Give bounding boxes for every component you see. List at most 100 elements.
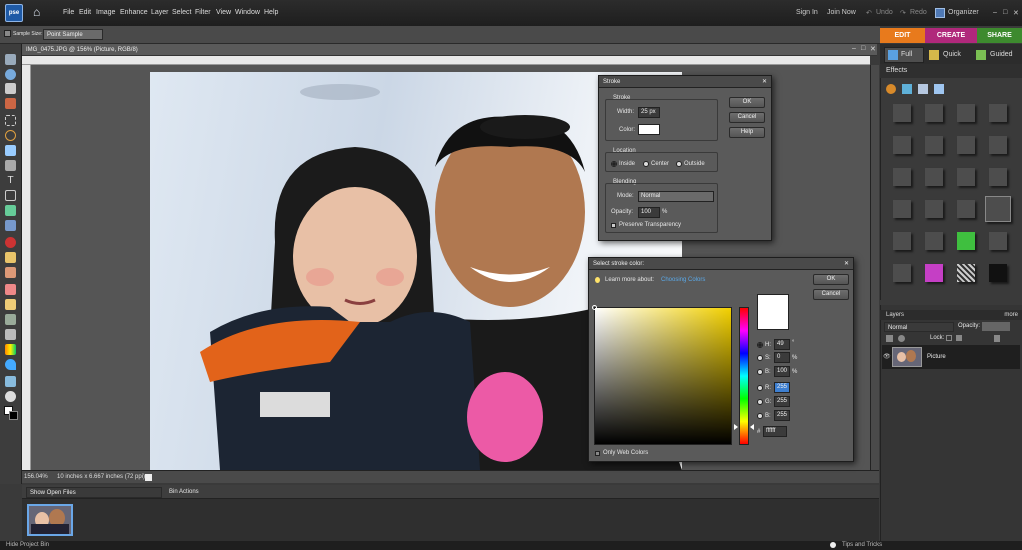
effects-styles-icon[interactable] — [902, 84, 912, 94]
subtab-full[interactable]: Full — [901, 46, 912, 64]
paint-bucket-tool-icon[interactable] — [5, 329, 16, 340]
layer-name[interactable]: Picture — [927, 354, 946, 360]
zoom-tool-icon[interactable] — [5, 69, 16, 80]
saturation-brightness-field[interactable] — [594, 307, 732, 445]
center-radio[interactable] — [643, 161, 649, 167]
effect-thumbnail[interactable] — [989, 136, 1007, 154]
zoom-level[interactable]: 156.04% — [24, 471, 48, 483]
effect-thumbnail[interactable] — [925, 104, 943, 122]
effect-thumbnail[interactable] — [893, 104, 911, 122]
tips-and-tricks-link[interactable]: Tips and Tricks — [842, 541, 882, 550]
menu-enhance[interactable]: Enhance — [120, 9, 148, 16]
inside-radio[interactable] — [611, 161, 617, 167]
redo-button[interactable]: Redo — [910, 9, 927, 16]
organizer-icon[interactable] — [935, 8, 945, 18]
menu-help[interactable]: Help — [264, 9, 278, 16]
bin-actions-button[interactable]: Bin Actions — [169, 489, 199, 495]
effect-thumbnail-magenta[interactable] — [925, 264, 943, 282]
menu-filter[interactable]: Filter — [195, 9, 211, 16]
menu-edit[interactable]: Edit — [79, 9, 91, 16]
h-radio[interactable] — [757, 342, 763, 348]
layers-more-button[interactable]: more — [1004, 310, 1018, 320]
clone-stamp-tool-icon[interactable] — [5, 267, 16, 278]
smart-brush-tool-icon[interactable] — [5, 314, 16, 325]
effect-thumbnail[interactable] — [989, 104, 1007, 122]
effects-photo-effects-icon[interactable] — [918, 84, 928, 94]
join-now-link[interactable]: Join Now — [827, 9, 856, 16]
r-field[interactable]: 255 — [774, 382, 790, 393]
effect-thumbnail[interactable] — [989, 232, 1007, 250]
opacity-field[interactable]: 100 — [638, 207, 660, 218]
sign-in-link[interactable]: Sign In — [796, 9, 818, 16]
undo-icon[interactable]: ↶ — [866, 9, 872, 17]
g-field[interactable]: 255 — [774, 396, 790, 407]
vertical-scrollbar[interactable] — [870, 65, 879, 470]
effect-thumbnail[interactable] — [925, 168, 943, 186]
width-field[interactable]: 25 px — [638, 107, 660, 118]
stroke-close-icon[interactable]: ✕ — [762, 76, 767, 88]
quick-selection-tool-icon[interactable] — [5, 160, 16, 171]
effect-thumbnail[interactable] — [989, 168, 1007, 186]
stroke-cancel-button[interactable]: Cancel — [729, 112, 765, 123]
picker-close-icon[interactable]: ✕ — [844, 258, 849, 270]
stroke-ok-button[interactable]: OK — [729, 97, 765, 108]
trash-icon[interactable] — [994, 335, 1000, 342]
gradient-tool-icon[interactable] — [5, 344, 16, 355]
bin-thumbnail[interactable] — [27, 504, 73, 536]
stroke-color-swatch[interactable] — [638, 124, 660, 135]
b-field[interactable]: 100 — [774, 366, 790, 377]
effect-thumbnail[interactable] — [893, 168, 911, 186]
hex-field[interactable]: ffffff — [763, 426, 787, 437]
effect-thumbnail[interactable] — [957, 168, 975, 186]
blue-radio[interactable] — [757, 413, 763, 419]
cookie-cutter-tool-icon[interactable] — [5, 205, 16, 216]
home-icon[interactable]: ⌂ — [33, 6, 46, 19]
effect-thumbnail[interactable] — [925, 136, 943, 154]
menu-file[interactable]: File — [63, 9, 74, 16]
s-field[interactable]: 0 — [774, 352, 790, 363]
effect-thumbnail[interactable] — [925, 232, 943, 250]
status-menu-icon[interactable] — [145, 474, 152, 481]
hue-slider[interactable] — [739, 307, 749, 445]
redo-icon[interactable]: ↷ — [900, 9, 906, 17]
mode-select[interactable]: Normal — [638, 191, 714, 202]
stroke-help-button[interactable]: Help — [729, 127, 765, 138]
effect-thumbnail[interactable] — [957, 200, 975, 218]
menu-select[interactable]: Select — [172, 9, 191, 16]
g-radio[interactable] — [757, 399, 763, 405]
blur-tool-icon[interactable] — [5, 376, 16, 387]
minimize-icon[interactable]: – — [993, 9, 997, 16]
lock-transparent-icon[interactable] — [946, 335, 952, 341]
background-color-swatch[interactable] — [9, 411, 18, 420]
effect-thumbnail[interactable] — [957, 136, 975, 154]
doc-maximize-icon[interactable]: □ — [861, 45, 865, 52]
r-radio[interactable] — [757, 385, 763, 391]
sponge-tool-icon[interactable] — [5, 391, 16, 402]
undo-button[interactable]: Undo — [876, 9, 893, 16]
red-eye-tool-icon[interactable] — [5, 237, 16, 248]
lasso-tool-icon[interactable] — [5, 130, 16, 141]
effect-thumbnail[interactable] — [893, 200, 911, 218]
hand-tool-icon[interactable] — [5, 83, 16, 94]
doc-minimize-icon[interactable]: – — [852, 45, 856, 52]
blend-mode-select[interactable]: Normal — [884, 322, 954, 332]
menu-window[interactable]: Window — [235, 9, 260, 16]
eyedropper-preset-icon[interactable] — [4, 30, 11, 37]
effect-thumbnail-selected[interactable] — [985, 196, 1011, 222]
organizer-button[interactable]: Organizer — [948, 9, 979, 16]
picker-ok-button[interactable]: OK — [813, 274, 849, 285]
shape-tool-icon[interactable] — [5, 359, 16, 370]
eye-icon[interactable]: 👁 — [883, 353, 891, 360]
tab-edit[interactable]: EDIT — [880, 28, 925, 43]
hue-slider-handle-left[interactable] — [734, 424, 738, 430]
blue-field[interactable]: 255 — [774, 410, 790, 421]
maximize-icon[interactable]: □ — [1003, 9, 1007, 16]
s-radio[interactable] — [757, 355, 763, 361]
b-radio[interactable] — [757, 369, 763, 375]
magic-wand-tool-icon[interactable] — [5, 145, 16, 156]
effects-all-icon[interactable] — [934, 84, 944, 94]
menu-layer[interactable]: Layer — [151, 9, 169, 16]
eyedropper-tool-icon[interactable] — [5, 98, 16, 109]
adjustment-layer-icon[interactable] — [898, 335, 905, 342]
hue-slider-handle-right[interactable] — [750, 424, 754, 430]
